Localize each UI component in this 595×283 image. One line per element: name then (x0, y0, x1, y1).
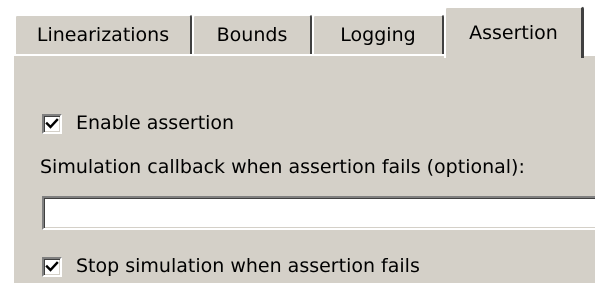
checkmark-icon (45, 261, 59, 272)
tab-label: Assertion (469, 22, 558, 44)
tab-label: Linearizations (36, 24, 170, 46)
stop-simulation-label[interactable]: Stop simulation when assertion fails (76, 255, 420, 277)
tab-linearizations[interactable]: Linearizations (14, 14, 192, 54)
callback-label: Simulation callback when assertion fails… (40, 156, 525, 178)
tab-bounds[interactable]: Bounds (192, 14, 312, 54)
tab-label: Logging (340, 24, 416, 46)
stop-simulation-checkbox[interactable] (42, 257, 62, 277)
tab-logging[interactable]: Logging (312, 14, 444, 54)
enable-assertion-checkbox[interactable] (42, 114, 62, 134)
block-parameters-dialog: Linearizations Bounds Logging Assertion … (0, 0, 595, 283)
checkmark-icon (45, 118, 59, 129)
enable-assertion-label[interactable]: Enable assertion (76, 112, 234, 134)
tab-label: Bounds (216, 24, 288, 46)
callback-input[interactable] (42, 196, 595, 230)
tab-assertion[interactable]: Assertion (444, 6, 584, 58)
